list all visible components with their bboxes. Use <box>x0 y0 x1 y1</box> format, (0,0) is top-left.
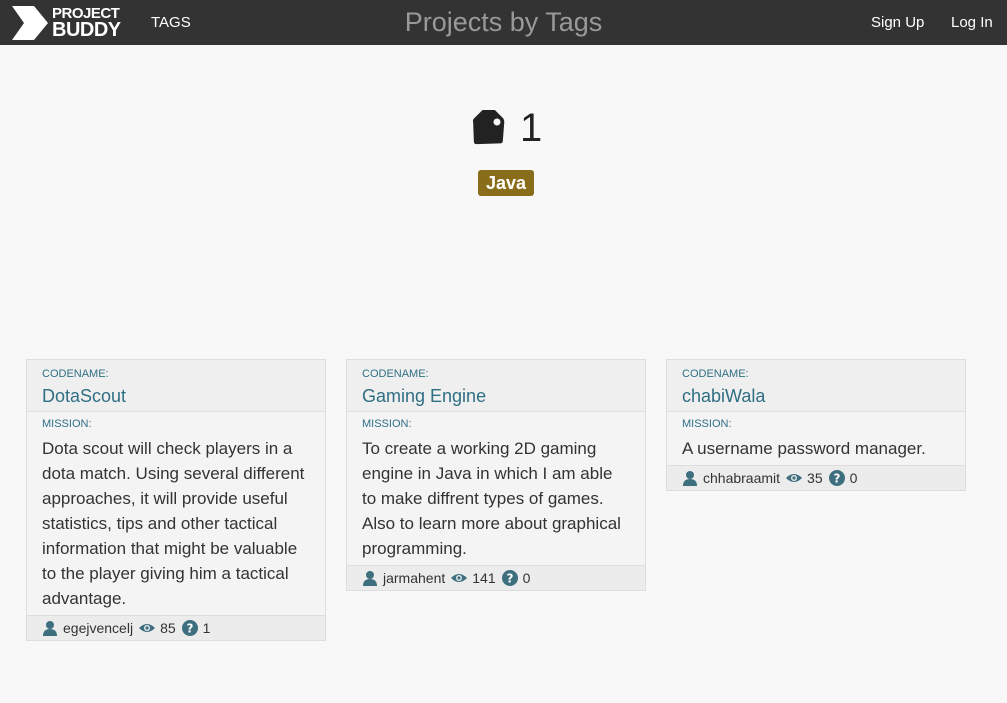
user-icon <box>43 621 57 636</box>
project-card: CODENAME: Gaming Engine MISSION: To crea… <box>346 359 646 591</box>
project-mission-text: To create a working 2D gaming engine in … <box>362 439 621 558</box>
user-icon <box>683 471 697 486</box>
tag-badge-java[interactable]: Java <box>478 170 534 196</box>
tag-icon <box>472 110 505 145</box>
project-card-header: CODENAME: DotaScout <box>27 360 325 412</box>
tag-project-count: 1 <box>520 106 543 150</box>
tag-summary: 1 <box>468 106 548 152</box>
question-count: 0 <box>849 470 858 486</box>
top-navbar: PROJECT BUDDY TAGS Projects by Tags Sign… <box>0 0 1007 45</box>
codename-label: CODENAME: <box>42 368 109 380</box>
project-card-header: CODENAME: chabiWala <box>667 360 965 412</box>
project-author-link[interactable]: chhabraamit <box>703 470 780 486</box>
codename-label: CODENAME: <box>362 368 429 380</box>
project-mission-text: Dota scout will check players in a dota … <box>42 439 305 608</box>
svg-text:?: ? <box>506 572 513 586</box>
svg-text:?: ? <box>186 622 193 636</box>
project-author-link[interactable]: egejvencelj <box>63 620 133 636</box>
project-card-footer: chhabraamit 35 ? 0 <box>667 465 965 490</box>
view-count: 141 <box>472 570 496 586</box>
view-count: 85 <box>160 620 176 636</box>
question-count: 1 <box>202 620 211 636</box>
project-codename-link[interactable]: Gaming Engine <box>362 386 630 407</box>
project-card-footer: jarmahent 141 ? 0 <box>347 565 645 590</box>
mission-label: MISSION: <box>42 418 92 430</box>
page-title: Projects by Tags <box>404 7 603 37</box>
view-count: 35 <box>807 470 823 486</box>
mission-label: MISSION: <box>362 418 412 430</box>
project-author-link[interactable]: jarmahent <box>383 570 445 586</box>
svg-text:?: ? <box>833 472 840 486</box>
question-icon: ? <box>828 470 845 486</box>
eye-icon <box>451 574 468 582</box>
question-icon: ? <box>181 620 198 636</box>
eye-icon <box>786 474 803 482</box>
question-icon: ? <box>501 570 518 586</box>
project-codename-link[interactable]: chabiWala <box>682 386 950 407</box>
project-card-body: MISSION: Dota scout will check players i… <box>27 412 325 615</box>
project-card-body: MISSION: A username password manager. <box>667 412 965 465</box>
project-card-body: MISSION: To create a working 2D gaming e… <box>347 412 645 565</box>
project-card: CODENAME: DotaScout MISSION: Dota scout … <box>26 359 326 641</box>
project-codename-link[interactable]: DotaScout <box>42 386 310 407</box>
project-mission-text: A username password manager. <box>682 439 926 458</box>
login-link[interactable]: Log In <box>951 14 993 31</box>
user-icon <box>363 571 377 586</box>
signup-link[interactable]: Sign Up <box>871 14 924 31</box>
mission-label: MISSION: <box>682 418 732 430</box>
codename-label: CODENAME: <box>682 368 749 380</box>
eye-icon <box>139 624 156 632</box>
project-card-footer: egejvencelj 85 ? 1 <box>27 615 325 640</box>
project-card: CODENAME: chabiWala MISSION: A username … <box>666 359 966 491</box>
project-card-header: CODENAME: Gaming Engine <box>347 360 645 412</box>
question-count: 0 <box>522 570 531 586</box>
